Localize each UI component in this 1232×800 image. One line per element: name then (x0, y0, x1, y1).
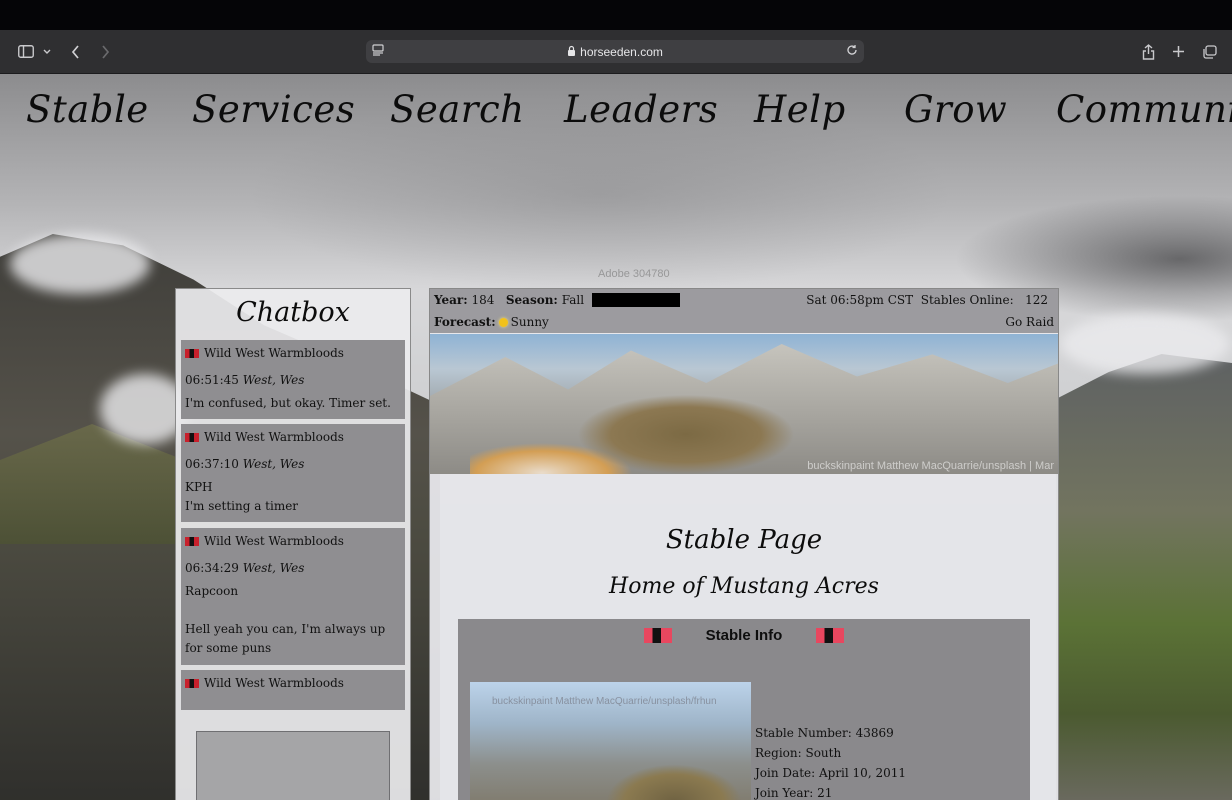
chat-stable-name[interactable]: Wild West Warmbloods (204, 534, 344, 548)
banner-credit: buckskinpaint Matthew MacQuarrie/unsplas… (807, 460, 1054, 472)
flag-icon (185, 678, 199, 688)
chat-message: Wild West Warmbloods 06:37:10 West, Wes … (181, 424, 405, 522)
flag-icon (643, 628, 672, 643)
tab-overview-icon[interactable] (1198, 30, 1220, 73)
page-background: Stable Services Search Leaders Help Grow… (0, 74, 1232, 800)
url-text: horseeden.com (580, 44, 663, 59)
nav-grow[interactable]: Grow (904, 88, 1007, 131)
stable-image: buckskinpaint Matthew MacQuarrie/unsplas… (470, 682, 751, 800)
chatbox: Chatbox Wild West Warmbloods 06:51:45 We… (175, 288, 411, 800)
chat-author[interactable]: West, Wes (243, 373, 305, 387)
chat-message: Wild West Warmbloods (181, 670, 405, 710)
stable-region: Region: South (755, 746, 842, 760)
stable-info-box: Stable Info buckskinpaint Matthew MacQua… (458, 619, 1030, 800)
forecast-value: Sunny (510, 315, 549, 329)
menu-bar (0, 0, 1232, 30)
cloud (10, 234, 150, 294)
go-raid-link[interactable]: Go Raid (1005, 315, 1054, 329)
mountain-right-backdrop (1056, 354, 1232, 800)
chat-message: Wild West Warmbloods 06:51:45 West, Wes … (181, 340, 405, 419)
chat-author[interactable]: West, Wes (243, 561, 305, 575)
chat-message: Wild West Warmbloods 06:34:29 West, Wes … (181, 528, 405, 665)
stable-image-horse (560, 732, 750, 800)
nav-services[interactable]: Services (192, 88, 355, 131)
nav-help[interactable]: Help (754, 88, 846, 131)
chat-input[interactable] (196, 731, 390, 800)
flag-icon (185, 348, 199, 358)
status-bar: Year: 184 Season: Fall Sat 06:58pm CST S… (430, 289, 1058, 311)
chat-text: I'm setting a timer (185, 499, 299, 513)
forecast-label: Forecast: (434, 315, 496, 329)
stable-info-heading: Stable Info (705, 627, 783, 644)
stable-number: Stable Number: 43869 (755, 726, 894, 740)
reload-icon[interactable] (846, 44, 858, 59)
year-value: 184 (471, 293, 495, 307)
page-menu-icon[interactable] (372, 44, 384, 59)
chat-text: KPH (185, 480, 213, 494)
banner-horse (470, 374, 830, 474)
chat-time: 06:37:10 (185, 457, 239, 471)
chat-stable-name[interactable]: Wild West Warmbloods (204, 676, 344, 690)
season-value: Fall (561, 293, 585, 307)
chat-stable-name[interactable]: Wild West Warmbloods (204, 430, 344, 444)
flag-icon (185, 432, 199, 442)
back-icon[interactable] (64, 30, 86, 73)
page-title: Stable Page (665, 525, 823, 555)
chat-text: I'm confused, but okay. Timer set. (185, 396, 391, 410)
chat-text (185, 601, 401, 620)
watermark: Adobe 304780 (598, 268, 670, 280)
sidebar-icon[interactable] (14, 30, 38, 73)
nav-stable[interactable]: Stable (26, 88, 149, 131)
stable-image-credit: buckskinpaint Matthew MacQuarrie/unsplas… (492, 696, 717, 707)
chat-text: Hell yeah you can, I'm always up for som… (185, 622, 386, 655)
address-bar[interactable]: horseeden.com (366, 40, 864, 63)
chatbox-title: Chatbox (236, 297, 350, 328)
chat-time: 06:51:45 (185, 373, 239, 387)
chat-stable-name[interactable]: Wild West Warmbloods (204, 346, 344, 360)
nav-search[interactable]: Search (390, 88, 525, 131)
chat-time: 06:34:29 (185, 561, 239, 575)
flag-icon (185, 536, 199, 546)
cloud (1060, 314, 1230, 374)
new-tab-icon[interactable] (1168, 30, 1188, 73)
page-subtitle: Home of Mustang Acres (609, 574, 879, 599)
chat-author[interactable]: West, Wes (243, 457, 305, 471)
stable-stats: Stable Number: 43869 Region: South Join … (755, 723, 906, 800)
stable-join-date: Join Date: April 10, 2011 (755, 766, 906, 780)
share-icon[interactable] (1138, 30, 1158, 73)
season-label: Season: (505, 293, 558, 307)
chat-text: Rapcoon (185, 584, 239, 598)
online-count: 122 (1025, 293, 1048, 307)
year-label: Year: (434, 293, 468, 307)
lock-icon (567, 45, 576, 59)
flag-icon (816, 628, 845, 643)
stable-panel: Year: 184 Season: Fall Sat 06:58pm CST S… (429, 288, 1059, 800)
browser-toolbar: horseeden.com (0, 30, 1232, 74)
redacted-box (592, 293, 681, 307)
banner-image: buckskinpaint Matthew MacQuarrie/unsplas… (430, 334, 1058, 474)
forecast-bar: Forecast: Sunny Go Raid (430, 311, 1058, 333)
chevron-down-icon[interactable] (40, 30, 54, 73)
server-time: Sat 06:58pm CST (806, 293, 914, 307)
nav-community[interactable]: Community (1056, 88, 1232, 131)
forward-icon[interactable] (94, 30, 116, 73)
nav-leaders[interactable]: Leaders (564, 88, 718, 131)
sun-icon (498, 317, 508, 327)
online-label: Stables Online: (920, 293, 1014, 307)
stable-join-year: Join Year: 21 (755, 786, 833, 800)
